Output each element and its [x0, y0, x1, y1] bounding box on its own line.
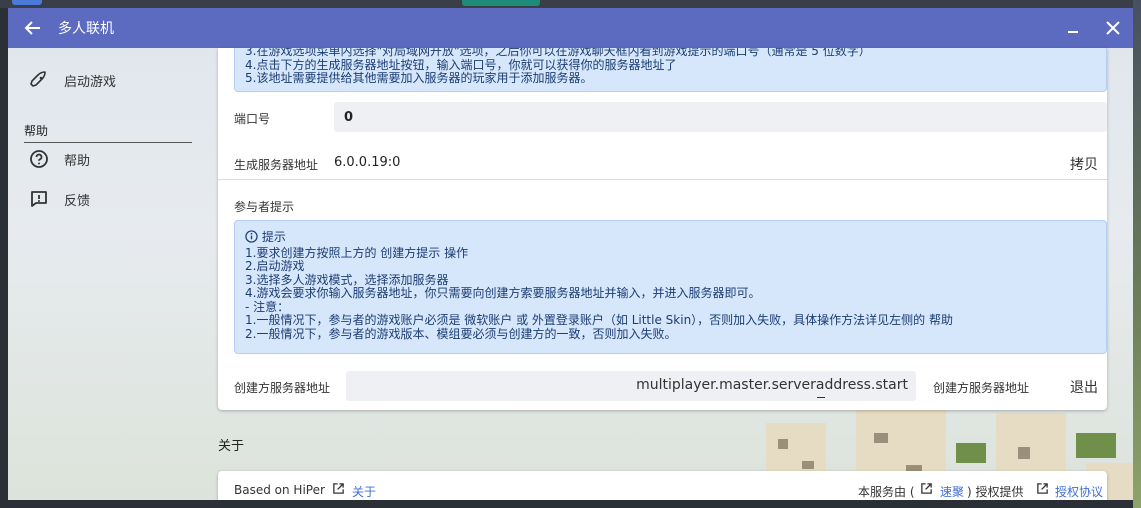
- close-button[interactable]: [1093, 8, 1133, 48]
- window-title: 多人联机: [58, 21, 114, 37]
- taskbar-active-indicator: [462, 0, 540, 6]
- sidebar-item-launch-game[interactable]: 启动游戏: [8, 60, 208, 100]
- host-address-label: 创建方服务器地址: [234, 381, 331, 395]
- port-label: 端口号: [234, 112, 271, 126]
- tip-line: 2.一般情况下，参与者的游戏版本、模组要必须与创建方的一致，否则加入失败。: [245, 326, 677, 341]
- tip-line: 3.选择多人游戏模式，选择添加服务器: [245, 272, 449, 287]
- sidebar-item-feedback[interactable]: 反馈: [8, 179, 208, 219]
- text-cursor: [817, 397, 825, 398]
- multiplayer-window: 多人联机 启动游戏 帮助 帮助 反馈 3.在游戏选项菜单内选择"对局域网开放"选…: [8, 8, 1133, 500]
- host-instruction-line: 3.在游戏选项菜单内选择"对局域网开放"选项，之后你可以在游戏聊天框内看到游戏提…: [245, 48, 871, 58]
- about-link[interactable]: 关于: [352, 483, 376, 500]
- external-link-icon: [333, 483, 344, 494]
- copy-button[interactable]: 拷贝: [1070, 154, 1098, 174]
- host-instructions-box: 3.在游戏选项菜单内选择"对局域网开放"选项，之后你可以在游戏聊天框内看到游戏提…: [234, 48, 1107, 92]
- back-button[interactable]: [8, 8, 56, 48]
- external-link-icon: [1037, 483, 1048, 494]
- about-card: Based on HiPer 关于 本服务由 ( 速聚 ) 授权提供 授权协议: [218, 471, 1107, 500]
- help-circle-icon: [29, 149, 49, 169]
- sidebar: 启动游戏 帮助 帮助 反馈: [8, 48, 208, 500]
- host-instruction-line: 5.该地址需要提供给其他需要加入服务器的玩家用于添加服务器。: [245, 71, 593, 85]
- generated-address-value: 6.0.0.19:0: [334, 155, 401, 170]
- host-address-floating-label: 创建方服务器地址: [933, 381, 1030, 395]
- host-instruction-line: 4.点击下方的生成服务器地址按钮，输入端口号，你就可以获得你的服务器地址了: [245, 57, 677, 72]
- desktop-taskbar-strip: [0, 0, 1141, 8]
- host-address-input[interactable]: multiplayer.master.serveraddress.start: [346, 371, 916, 401]
- sidebar-item-label: 帮助: [64, 153, 91, 169]
- service-suffix-text: ) 授权提供: [967, 485, 1024, 499]
- participant-heading: 参与者提示: [234, 200, 295, 214]
- about-heading: 关于: [218, 439, 245, 454]
- close-icon: [1106, 21, 1120, 35]
- title-bar: 多人联机: [8, 8, 1133, 48]
- exit-button[interactable]: 退出: [1070, 377, 1098, 397]
- arrow-left-icon: [24, 21, 40, 35]
- section-divider: [218, 179, 1107, 180]
- feedback-icon: [29, 189, 49, 209]
- info-icon: [245, 230, 258, 243]
- sidebar-item-help[interactable]: 帮助: [8, 139, 208, 179]
- taskbar-app-indicator: [12, 0, 42, 5]
- tip-header: 提示: [245, 230, 1096, 245]
- sidebar-item-label: 反馈: [64, 193, 91, 209]
- service-prefix-text: 本服务由 (: [858, 485, 915, 499]
- sidebar-item-label: 启动游戏: [64, 74, 117, 90]
- participant-tips-box: 提示 1.要求创建方按照上方的 创建方提示 操作 2.启动游戏 3.选择多人游戏…: [234, 220, 1107, 354]
- based-on-text: Based on HiPer: [234, 483, 325, 497]
- generate-address-label: 生成服务器地址: [234, 158, 319, 172]
- desktop-background-edge: [1133, 0, 1141, 508]
- host-address-value: multiplayer.master.serveraddress.start: [636, 377, 908, 393]
- license-link[interactable]: 授权协议: [1055, 483, 1103, 500]
- tip-line: 1.要求创建方按照上方的 创建方提示 操作: [245, 245, 469, 260]
- external-link-icon: [921, 483, 932, 494]
- speed-link[interactable]: 速聚: [940, 483, 964, 500]
- minimize-icon: [1068, 31, 1078, 33]
- port-input[interactable]: 0: [334, 102, 1107, 132]
- minimize-button[interactable]: [1053, 8, 1093, 48]
- rocket-icon: [29, 70, 49, 90]
- tip-line: 2.启动游戏: [245, 259, 305, 273]
- tip-line: 4.游戏会要求你输入服务器地址，你只需要向创建方索要服务器地址并输入，并进入服务…: [245, 286, 761, 300]
- multiplayer-card: 3.在游戏选项菜单内选择"对局域网开放"选项，之后你可以在游戏聊天框内看到游戏提…: [218, 48, 1107, 410]
- tip-line: - 注意：: [245, 299, 290, 314]
- port-value: 0: [344, 110, 354, 125]
- tip-title: 提示: [261, 230, 286, 244]
- tip-line: 1.一般情况下，参与者的游戏账户必须是 微软账户 或 外置登录账户（如 Litt…: [245, 313, 953, 327]
